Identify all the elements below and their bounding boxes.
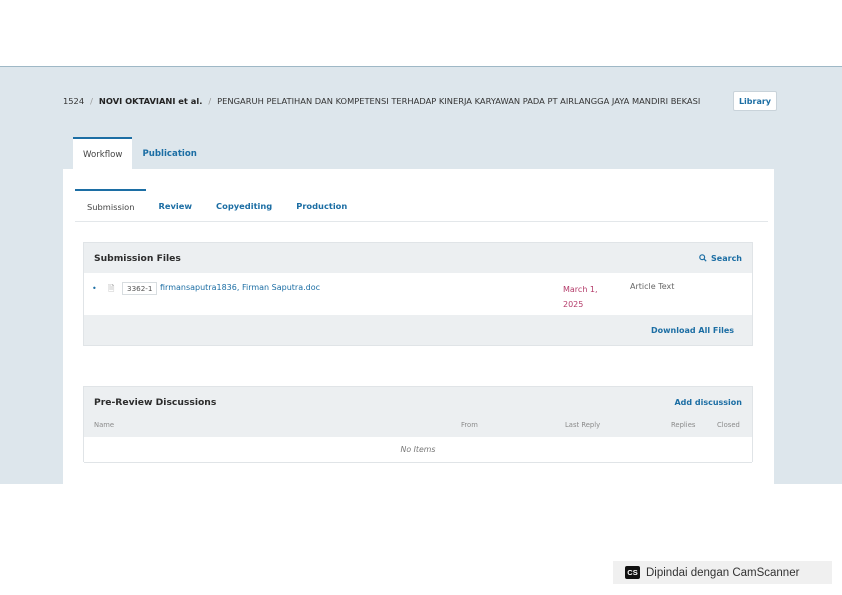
download-all-files-button[interactable]: Download All Files	[651, 326, 734, 335]
submission-id: 1524	[63, 96, 85, 106]
discussion-columns: Name From Last Reply Replies Closed	[84, 417, 752, 437]
discussions-header: Pre-Review Discussions Add discussion	[84, 387, 752, 417]
camscanner-watermark: CS Dipindai dengan CamScanner	[613, 561, 832, 584]
tab-production[interactable]: Production	[284, 189, 359, 222]
search-icon	[699, 254, 707, 262]
library-button[interactable]: Library	[733, 91, 777, 111]
submission-author: NOVI OKTAVIANI et al.	[98, 96, 203, 106]
column-last-reply: Last Reply	[565, 421, 601, 429]
divider	[75, 221, 768, 222]
submission-files-panel: Submission Files Search • 🗎 3362-1 firma…	[83, 242, 753, 346]
search-label: Search	[711, 253, 742, 263]
tab-workflow[interactable]: Workflow	[73, 137, 133, 170]
file-id: 3362-1	[122, 282, 158, 295]
column-closed: Closed	[717, 421, 740, 429]
tab-submission[interactable]: Submission	[75, 189, 147, 222]
add-discussion-button[interactable]: Add discussion	[674, 398, 742, 407]
camscanner-logo: CS	[625, 566, 640, 579]
file-row: • 🗎 3362-1 firmansaputra1836, Firman Sap…	[84, 273, 752, 315]
column-replies: Replies	[671, 421, 696, 429]
discussions-title: Pre-Review Discussions	[94, 396, 217, 408]
submission-header: 1524 / NOVI OKTAVIANI et al. / PENGARUH …	[63, 93, 723, 109]
watermark-text: Dipindai dengan CamScanner	[646, 566, 800, 579]
stage-tabs: Submission Review Copyediting Production	[75, 189, 359, 222]
pre-review-discussions-panel: Pre-Review Discussions Add discussion Na…	[83, 386, 753, 463]
submission-title: PENGARUH PELATIHAN DAN KOMPETENSI TERHAD…	[217, 96, 701, 106]
header-separator: /	[208, 96, 212, 106]
expand-icon[interactable]: •	[92, 284, 97, 293]
tab-copyediting[interactable]: Copyediting	[204, 189, 284, 222]
submission-files-title: Submission Files	[94, 252, 181, 264]
file-type: Article Text	[630, 282, 675, 291]
header-separator: /	[90, 96, 93, 106]
submission-files-header: Submission Files Search	[84, 243, 752, 273]
tab-review[interactable]: Review	[146, 189, 204, 222]
no-items-message: No Items	[84, 437, 752, 463]
main-tabs: Workflow Publication	[73, 137, 207, 170]
app-screen: 1524 / NOVI OKTAVIANI et al. / PENGARUH …	[0, 66, 842, 484]
tab-publication[interactable]: Publication	[132, 137, 206, 170]
file-date: March 1, 2025	[563, 285, 598, 309]
workflow-panel: Submission Review Copyediting Production…	[63, 169, 774, 484]
column-name: Name	[94, 421, 115, 429]
column-from: From	[461, 421, 478, 429]
search-button[interactable]: Search	[699, 254, 742, 263]
file-icon: 🗎	[108, 284, 115, 293]
files-footer: Download All Files	[84, 315, 752, 345]
file-name-link[interactable]: firmansaputra1836, Firman Saputra.doc	[160, 283, 320, 292]
